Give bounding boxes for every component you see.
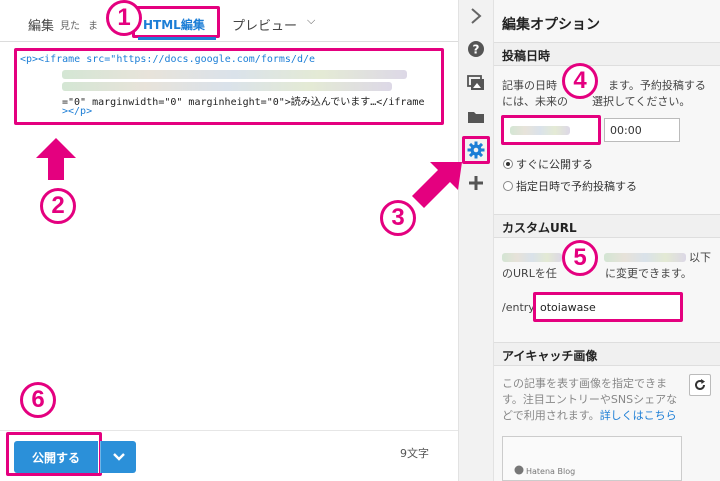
chevron-down-icon[interactable]: ⌵ (307, 14, 315, 28)
char-count: 9文字 (400, 447, 429, 460)
blurred-code (62, 82, 392, 91)
radio-schedule-label: 指定日時で予約投稿する (516, 180, 637, 193)
add-button[interactable] (465, 172, 487, 194)
hatena-logo-icon (514, 465, 524, 475)
radio-selected-icon (503, 159, 513, 169)
plus-icon (469, 176, 483, 190)
code-line-5[interactable]: ></p> (62, 106, 92, 117)
tab-markdown[interactable]: ま (88, 17, 98, 32)
custom-url-title: カスタムURL (502, 221, 577, 235)
collapse-panel-button[interactable] (465, 5, 487, 27)
callout-3: 3 (380, 200, 416, 236)
time-input[interactable]: 00:00 (604, 118, 680, 142)
callout-4: 4 (562, 63, 598, 99)
blurred-date (510, 126, 570, 135)
image-button[interactable] (465, 72, 487, 94)
refresh-button[interactable] (689, 374, 711, 396)
eyecatch-title: アイキャッチ画像 (502, 349, 598, 363)
blurred-code (62, 70, 407, 79)
gear-icon (467, 141, 485, 159)
tab-visual[interactable]: 見た (60, 17, 80, 32)
custom-url-desc-3: に変更できます。 (605, 267, 692, 280)
blurred-text (502, 253, 562, 262)
image-icon (467, 75, 484, 90)
radio-publish-now-label: すぐに公開する (516, 158, 593, 171)
svg-text:?: ? (473, 43, 480, 57)
tab-html-edit[interactable]: HTML編集 (143, 16, 205, 33)
tab-preview[interactable]: プレビュー (232, 15, 297, 34)
publish-options-button[interactable] (100, 441, 136, 473)
post-date-title: 投稿日時 (502, 49, 551, 63)
folder-icon (468, 112, 484, 123)
folder-button[interactable] (465, 106, 487, 128)
active-tab-underline (138, 37, 216, 40)
custom-url-value: otoiawase (540, 301, 596, 314)
details-link[interactable]: 詳しくはこちら (600, 409, 677, 422)
panel-title: 編集オプション (502, 17, 600, 33)
help-icon: ? (468, 41, 484, 57)
radio-schedule[interactable]: 指定日時で予約投稿する (503, 178, 637, 194)
thumbnail-label: Hatena Blog (526, 467, 576, 476)
eyecatch-desc-2: す。注目エントリーやSNSシェアな (502, 393, 678, 406)
callout-2: 2 (40, 188, 76, 224)
custom-url-desc-2: のURLを任 (502, 267, 557, 280)
editor-area: 編集 見た ま HTML編集 プレビュー ⌵ <p><iframe src="h… (0, 0, 458, 481)
arrow-up-icon (36, 138, 76, 180)
custom-url-desc-1: 以下 (689, 251, 711, 264)
post-date-desc-2: ます。予約投稿する (608, 79, 706, 92)
callout-1: 1 (106, 0, 142, 36)
post-date-desc-3: には、未来の (502, 95, 568, 108)
blurred-text (604, 253, 686, 262)
chevron-down-icon (112, 453, 125, 461)
settings-button[interactable] (465, 139, 487, 161)
eyecatch-desc-1: この記事を表す画像を指定できま (502, 377, 667, 390)
eyecatch-desc-3: どで利用されます。詳しくはこちら (502, 409, 677, 422)
tab-edit[interactable]: 編集 (28, 15, 54, 34)
code-line-1[interactable]: <p><iframe src="https://docs.google.com/… (20, 54, 315, 65)
post-date-desc-1: 記事の日時 (502, 79, 557, 92)
publish-button[interactable]: 公開する (14, 441, 98, 473)
callout-6: 6 (20, 382, 56, 418)
post-date-desc-4: 選択してください。 (592, 95, 691, 108)
help-button[interactable]: ? (465, 38, 487, 60)
radio-publish-now[interactable]: すぐに公開する (503, 156, 593, 172)
chevron-right-icon (471, 8, 482, 24)
callout-5: 5 (562, 240, 598, 276)
bottom-divider (0, 430, 458, 431)
code-line-4[interactable]: ="0" marginwidth="0" marginheight="0">読み… (62, 93, 424, 108)
radio-empty-icon (503, 181, 513, 191)
arrow-diagonal-icon (412, 162, 462, 208)
refresh-icon (695, 379, 705, 390)
